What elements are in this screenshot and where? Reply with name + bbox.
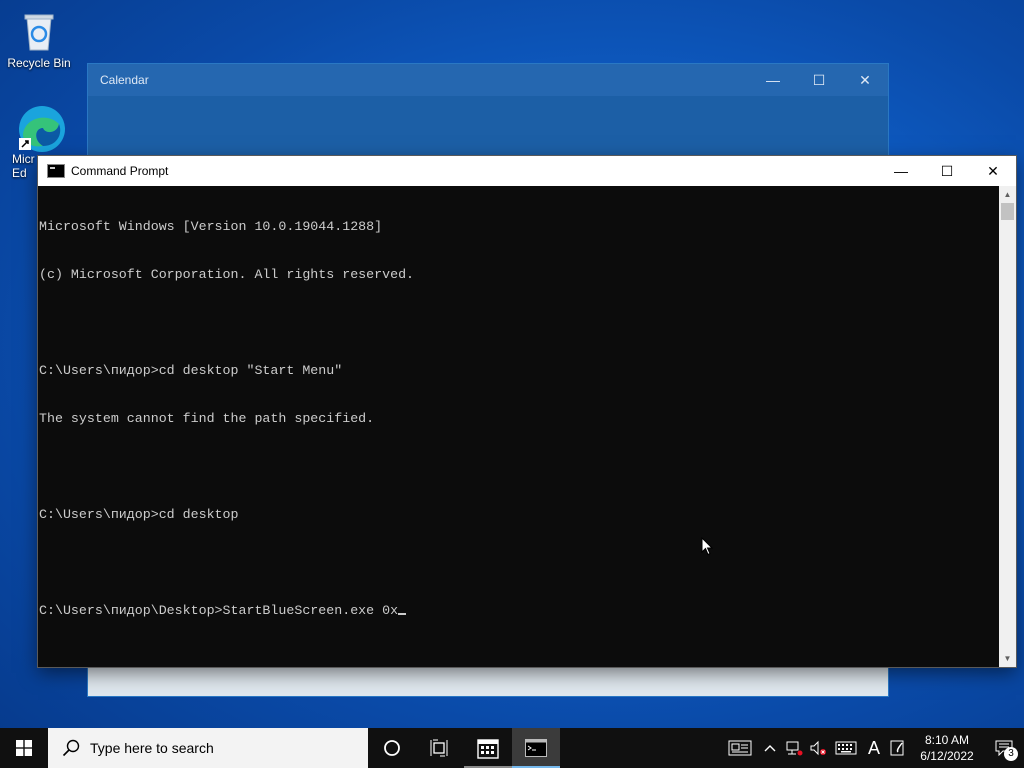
console-current-command: C:\Users\пидор\Desktop>StartBlueScreen.e… bbox=[39, 603, 399, 618]
task-view-button[interactable] bbox=[416, 728, 464, 768]
command-prompt-taskbar-button[interactable] bbox=[512, 728, 560, 768]
command-prompt-window[interactable]: Command Prompt — ☐ ✕ Microsoft Windows [… bbox=[38, 156, 1016, 667]
network-icon[interactable] bbox=[782, 728, 806, 768]
cmd-minimize-button[interactable]: — bbox=[878, 156, 924, 186]
cmd-window-controls: — ☐ ✕ bbox=[878, 156, 1016, 186]
cmd-title: Command Prompt bbox=[71, 164, 169, 178]
cmd-maximize-button[interactable]: ☐ bbox=[924, 156, 970, 186]
taskbar-clock[interactable]: 8:10 AM 6/12/2022 bbox=[910, 732, 984, 764]
show-hidden-icons-chevron-icon[interactable] bbox=[758, 728, 782, 768]
scroll-thumb[interactable] bbox=[1001, 203, 1014, 220]
system-tray: A 8:10 AM 6/12/2022 3 bbox=[722, 728, 1024, 768]
volume-muted-icon[interactable] bbox=[806, 728, 830, 768]
taskbar: Type here to search A 8:10 AM 6/12/2022 … bbox=[0, 728, 1024, 768]
calendar-maximize-button[interactable]: ☐ bbox=[796, 64, 842, 96]
start-button[interactable] bbox=[0, 728, 48, 768]
calendar-window-controls: — ☐ ✕ bbox=[750, 64, 888, 96]
calendar-footer-area bbox=[88, 664, 888, 696]
calendar-header-area bbox=[88, 96, 888, 156]
console-line: Microsoft Windows [Version 10.0.19044.12… bbox=[39, 219, 383, 234]
clock-date: 6/12/2022 bbox=[920, 749, 974, 763]
edge-icon bbox=[17, 104, 65, 152]
cmd-scrollbar[interactable]: ▲ ▼ bbox=[999, 186, 1016, 667]
notifications-count-badge: 3 bbox=[1004, 747, 1018, 761]
search-placeholder: Type here to search bbox=[90, 740, 214, 756]
taskbar-search-box[interactable]: Type here to search bbox=[48, 728, 368, 768]
keyboard-icon[interactable] bbox=[830, 728, 862, 768]
search-icon bbox=[62, 739, 80, 757]
calendar-minimize-button[interactable]: — bbox=[750, 64, 796, 96]
cortana-circle-icon bbox=[384, 740, 400, 756]
console-line: The system cannot find the path specifie… bbox=[39, 411, 375, 426]
action-center-button[interactable]: 3 bbox=[984, 728, 1024, 768]
clock-time: 8:10 AM bbox=[924, 733, 970, 747]
cmd-titlebar[interactable]: Command Prompt — ☐ ✕ bbox=[38, 156, 1016, 186]
news-widget-icon[interactable] bbox=[722, 728, 758, 768]
cortana-button[interactable] bbox=[368, 728, 416, 768]
cmd-app-icon bbox=[47, 164, 65, 178]
command-prompt-icon bbox=[525, 739, 547, 757]
recycle-bin-desktop-icon[interactable]: Recycle Bin bbox=[2, 8, 76, 70]
calendar-close-button[interactable]: ✕ bbox=[842, 64, 888, 96]
recycle-bin-label: Recycle Bin bbox=[7, 56, 71, 70]
console-line: (c) Microsoft Corporation. All rights re… bbox=[39, 267, 415, 282]
scroll-up-arrow-icon[interactable]: ▲ bbox=[999, 186, 1016, 203]
task-view-icon bbox=[430, 739, 448, 757]
ink-workspace-icon[interactable] bbox=[886, 728, 910, 768]
calendar-icon bbox=[477, 739, 499, 759]
scroll-down-arrow-icon[interactable]: ▼ bbox=[999, 650, 1016, 667]
ime-indicator[interactable]: A bbox=[862, 728, 886, 768]
console-input-line[interactable]: C:\Users\пидор\Desktop>StartBlueScreen.e… bbox=[39, 603, 998, 619]
cmd-close-button[interactable]: ✕ bbox=[970, 156, 1016, 186]
console-output[interactable]: Microsoft Windows [Version 10.0.19044.12… bbox=[38, 186, 999, 667]
text-cursor bbox=[398, 613, 407, 615]
console-line: C:\Users\пидор>cd desktop bbox=[39, 507, 239, 522]
windows-logo-icon bbox=[16, 740, 32, 756]
recycle-bin-icon bbox=[17, 8, 61, 52]
calendar-taskbar-button[interactable] bbox=[464, 728, 512, 768]
console-line: C:\Users\пидор>cd desktop "Start Menu" bbox=[39, 363, 343, 378]
mouse-pointer-icon bbox=[701, 536, 714, 561]
